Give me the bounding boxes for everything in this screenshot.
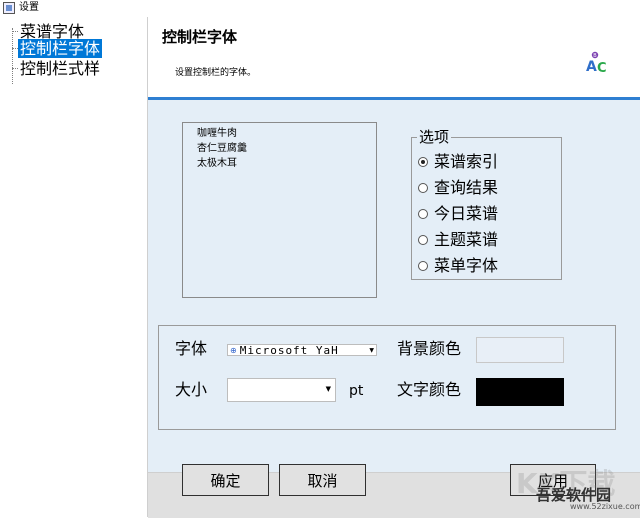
option-today-recipe[interactable]: 今日菜谱 — [418, 204, 498, 224]
preview-list[interactable]: 咖喱牛肉 杏仁豆腐羹 太极木耳 — [182, 122, 377, 298]
option-label: 主题菜谱 — [434, 230, 499, 249]
size-unit: pt — [349, 383, 364, 399]
tree-item-label: 控制栏字体 — [18, 38, 103, 58]
watermark-url: www.52zixue.com — [570, 502, 640, 511]
option-theme-recipe[interactable]: 主题菜谱 — [418, 230, 498, 250]
list-item[interactable]: 太极木耳 — [197, 157, 237, 170]
ok-button[interactable]: 确定 — [182, 464, 269, 496]
font-select[interactable]: ⊕ Microsoft YaH ▼ — [227, 343, 377, 357]
tree-item-label: 控制栏式样 — [20, 58, 101, 78]
abc-font-icon: B A C — [586, 51, 607, 74]
tree-item-control-bar-style[interactable]: 控制栏式样 — [12, 58, 102, 78]
text-color-label: 文字颜色 — [397, 380, 462, 399]
page-subtitle: 设置控制栏的字体。 — [175, 68, 257, 78]
option-recipe-index[interactable]: 菜谱索引 — [418, 152, 498, 172]
options-group: 选项 菜谱索引 查询结果 今日菜谱 主题菜谱 菜单字体 — [411, 128, 562, 280]
option-label: 今日菜谱 — [434, 204, 499, 223]
option-label: 菜谱索引 — [434, 152, 499, 171]
option-menu-font[interactable]: 菜单字体 — [418, 256, 498, 276]
list-item[interactable]: 咖喱牛肉 — [197, 127, 237, 140]
svg-text:C: C — [597, 61, 607, 74]
text-color-swatch[interactable] — [476, 378, 564, 406]
size-select[interactable]: ▼ — [227, 378, 336, 402]
page-title: 控制栏字体 — [162, 28, 238, 46]
option-label: 查询结果 — [434, 178, 499, 197]
title-bar: 设置 — [0, 0, 640, 18]
settings-app-icon — [3, 2, 15, 14]
size-label: 大小 — [175, 380, 208, 399]
background-color-swatch[interactable] — [476, 337, 564, 363]
chevron-down-icon: ▼ — [325, 385, 331, 393]
radio-button[interactable] — [418, 235, 428, 245]
site-watermark: KK下载 吾爱软件园 www.52zixue.com — [508, 462, 640, 512]
chevron-down-icon: ▼ — [369, 346, 374, 354]
radio-button[interactable] — [418, 209, 428, 219]
font-value: Microsoft YaH — [239, 343, 339, 357]
radio-button[interactable] — [418, 261, 428, 271]
font-type-icon: ⊕ — [230, 345, 237, 355]
font-label: 字体 — [175, 339, 208, 358]
background-color-label: 背景颜色 — [397, 339, 462, 358]
tree-item-control-bar-font[interactable]: 控制栏字体 — [12, 38, 103, 58]
radio-button[interactable] — [418, 183, 428, 193]
svg-text:A: A — [586, 59, 597, 74]
option-label: 菜单字体 — [434, 256, 499, 275]
option-query-results[interactable]: 查询结果 — [418, 178, 498, 198]
radio-button-checked[interactable] — [418, 157, 428, 167]
panel-header: 控制栏字体 设置控制栏的字体。 B A C — [148, 17, 640, 100]
window-title: 设置 — [19, 2, 39, 13]
settings-tree: 菜谱字体 控制栏字体 控制栏式样 — [0, 17, 148, 517]
list-item[interactable]: 杏仁豆腐羹 — [197, 142, 247, 155]
options-legend: 选项 — [417, 128, 452, 146]
cancel-button[interactable]: 取消 — [279, 464, 366, 496]
settings-panel: 控制栏字体 设置控制栏的字体。 B A C 咖喱牛肉 杏仁豆腐羹 太极木耳 选项… — [148, 17, 640, 518]
